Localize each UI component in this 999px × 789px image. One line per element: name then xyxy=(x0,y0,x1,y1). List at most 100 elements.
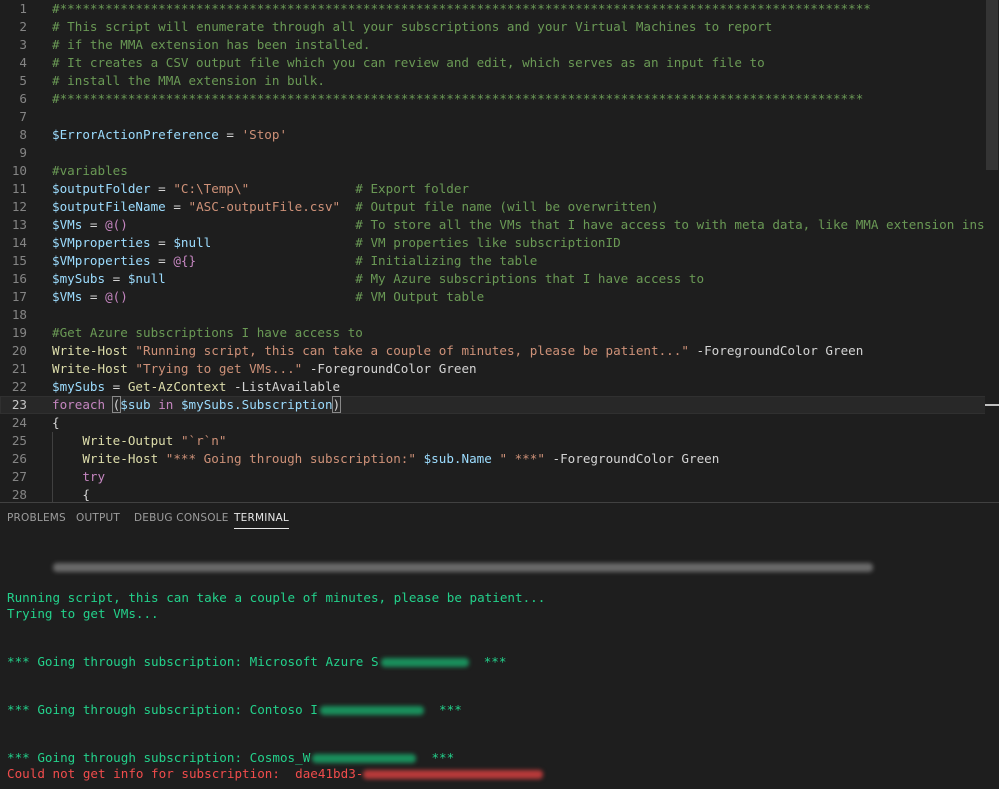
line-number: 26 xyxy=(11,451,27,466)
code-editor[interactable]: 1 #**************************************… xyxy=(0,0,999,502)
tab-terminal[interactable]: TERMINAL xyxy=(234,512,289,529)
code-line[interactable]: 15 $VMproperties = @{} # Initializing the… xyxy=(0,252,999,270)
line-number: 20 xyxy=(11,343,27,358)
code-token: $VMs xyxy=(52,217,83,232)
code-line[interactable]: 9 xyxy=(0,144,999,162)
code-line[interactable]: 25 Write-Output "`r`n" xyxy=(0,432,999,450)
code-token: $VMs xyxy=(52,289,83,304)
tab-debug-console[interactable]: DEBUG CONSOLE xyxy=(134,512,229,528)
code-token: $VMproperties xyxy=(52,253,151,268)
code-token: " ***" xyxy=(499,451,545,466)
code-token: $sub xyxy=(120,397,151,412)
code-token: Write-Host xyxy=(82,451,159,466)
code-text: #***************************************… xyxy=(52,90,863,108)
code-line[interactable]: 14 $VMproperties = $null # VM properties … xyxy=(0,234,999,252)
line-number: 22 xyxy=(11,379,27,394)
line-number: 13 xyxy=(11,217,27,232)
code-line[interactable]: 12 $outputFileName = "ASC-outputFile.csv"… xyxy=(0,198,999,216)
code-token: # VM properties like subscriptionID xyxy=(211,235,621,250)
line-number: 16 xyxy=(11,271,27,286)
code-line[interactable]: 1 #**************************************… xyxy=(0,0,999,18)
code-line[interactable]: 4 # It creates a CSV output file which yo… xyxy=(0,54,999,72)
line-number: 1 xyxy=(19,1,27,16)
code-line[interactable]: 3 # if the MMA extension has been install… xyxy=(0,36,999,54)
code-line[interactable]: 27 try xyxy=(0,468,999,486)
code-line[interactable]: 2 # This script will enumerate through al… xyxy=(0,18,999,36)
line-number: 10 xyxy=(11,163,27,178)
code-token: # It creates a CSV output file which you… xyxy=(52,55,765,70)
code-text: $outputFolder = "C:\Temp\" # Export fold… xyxy=(52,180,469,198)
subscription-1-text: *** Going through subscription: Microsof… xyxy=(7,654,379,669)
code-line[interactable]: 13 $VMs = @() # To store all the VMs that… xyxy=(0,216,999,234)
redacted-text xyxy=(319,706,424,715)
line-number: 12 xyxy=(11,199,27,214)
code-token: = xyxy=(150,253,174,268)
terminal-line-subscription-1: *** Going through subscription: Microsof… xyxy=(7,654,506,670)
editor-scroll-thumb[interactable] xyxy=(986,0,998,170)
line-number: 24 xyxy=(11,415,27,430)
line-number: 18 xyxy=(11,307,27,322)
code-line[interactable]: 6 #**************************************… xyxy=(0,90,999,108)
code-line[interactable]: 28 { xyxy=(0,486,999,502)
subscription-3-suffix: *** xyxy=(431,750,455,765)
code-text: { xyxy=(52,414,60,432)
code-line[interactable]: 20 Write-Host "Running script, this can t… xyxy=(0,342,999,360)
code-line[interactable]: 23 foreach ($sub in $mySubs.Subscription) xyxy=(0,396,999,414)
code-token: .Subscription xyxy=(234,397,333,412)
code-line[interactable]: 21 Write-Host "Trying to get VMs..." -For… xyxy=(0,360,999,378)
code-text: # This script will enumerate through all… xyxy=(52,18,772,36)
code-text: foreach ($sub in $mySubs.Subscription) xyxy=(52,396,342,414)
indent-guide xyxy=(52,432,53,502)
code-token: foreach xyxy=(52,397,106,412)
code-token: "ASC-outputFile.csv" xyxy=(188,199,341,214)
code-line[interactable]: 8 $ErrorActionPreference = 'Stop' xyxy=(0,126,999,144)
code-token: = xyxy=(82,217,106,232)
code-token: -ListAvailable xyxy=(226,379,341,394)
code-line[interactable]: 11 $outputFolder = "C:\Temp\" # Export fo… xyxy=(0,180,999,198)
code-text: { xyxy=(52,486,90,502)
code-line[interactable]: 7 xyxy=(0,108,999,126)
tab-output[interactable]: OUTPUT xyxy=(76,512,120,528)
bottom-panel: PROBLEMS OUTPUT DEBUG CONSOLE TERMINAL R… xyxy=(0,502,999,789)
code-line[interactable]: 10 #variables xyxy=(0,162,999,180)
editor-scrollbar[interactable] xyxy=(985,0,999,502)
line-number: 23 xyxy=(11,397,27,412)
code-line[interactable]: 17 $VMs = @() # VM Output table xyxy=(0,288,999,306)
code-token: # To store all the VMs that I have acces… xyxy=(127,217,999,232)
line-number: 25 xyxy=(11,433,27,448)
code-text: Write-Host "Trying to get VMs..." -Foreg… xyxy=(52,360,477,378)
code-line[interactable]: 24 { xyxy=(0,414,999,432)
code-text: $outputFileName = "ASC-outputFile.csv" #… xyxy=(52,198,659,216)
line-number: 28 xyxy=(11,487,27,502)
code-text: $VMs = @() # To store all the VMs that I… xyxy=(52,216,999,234)
code-token: # Initializing the table xyxy=(196,253,538,268)
panel-tabs: PROBLEMS OUTPUT DEBUG CONSOLE TERMINAL xyxy=(0,503,999,535)
line-number: 19 xyxy=(11,325,27,340)
code-token: Write-Host xyxy=(52,361,128,376)
terminal-line-trying: Trying to get VMs... xyxy=(7,606,159,621)
code-token: @() xyxy=(105,217,128,232)
code-line[interactable]: 19 #Get Azure subscriptions I have access… xyxy=(0,324,999,342)
code-token: = xyxy=(105,271,128,286)
code-token: = xyxy=(218,127,242,142)
code-line[interactable]: 5 # install the MMA extension in bulk. xyxy=(0,72,999,90)
tab-problems[interactable]: PROBLEMS xyxy=(7,512,66,528)
code-text: # if the MMA extension has been installe… xyxy=(52,36,370,54)
code-token: #***************************************… xyxy=(52,1,871,16)
code-text: Write-Host "*** Going through subscripti… xyxy=(52,450,719,468)
code-token: $VMproperties xyxy=(52,235,151,250)
code-line[interactable]: 16 $mySubs = $null # My Azure subscriptio… xyxy=(0,270,999,288)
terminal-line-subscription-3: *** Going through subscription: Cosmos_W… xyxy=(7,750,454,766)
subscription-2-text: *** Going through subscription: Contoso … xyxy=(7,702,318,717)
code-line[interactable]: 22 $mySubs = Get-AzContext -ListAvailable xyxy=(0,378,999,396)
code-token: $outputFileName xyxy=(52,199,166,214)
code-line[interactable]: 26 Write-Host "*** Going through subscri… xyxy=(0,450,999,468)
code-token: Write-Host xyxy=(52,343,128,358)
code-token: $null xyxy=(127,271,166,286)
subscription-1-suffix: *** xyxy=(483,654,507,669)
code-token: # Export folder xyxy=(249,181,470,196)
code-line[interactable]: 18 xyxy=(0,306,999,324)
redacted-text xyxy=(380,658,469,667)
